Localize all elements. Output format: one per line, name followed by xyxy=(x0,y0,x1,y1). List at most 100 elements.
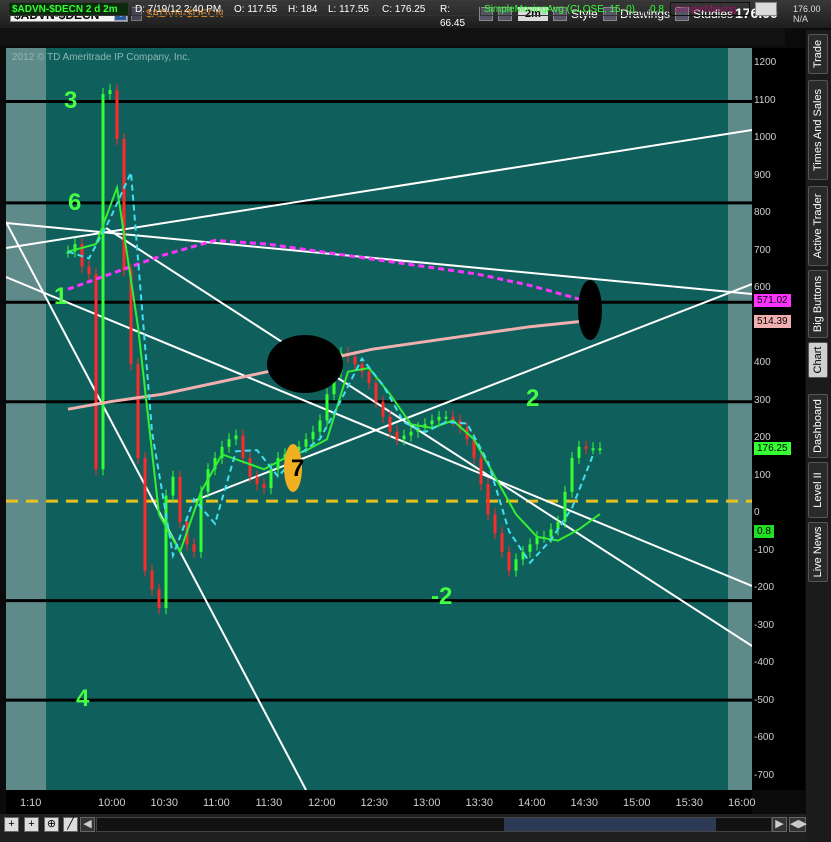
x-tick-label: 1:10 xyxy=(20,797,42,809)
candle-bar xyxy=(577,446,581,459)
trendline-1 xyxy=(6,222,752,295)
candle-bar xyxy=(353,356,357,365)
y-tick-label: 700 xyxy=(754,244,771,256)
scroll-right-icon[interactable]: ▶ xyxy=(772,817,787,832)
candle-bar xyxy=(521,551,525,560)
candle-bar xyxy=(227,439,231,447)
draw-line-icon[interactable]: ╱ xyxy=(63,817,78,832)
candle-bar xyxy=(255,476,259,485)
x-tick-label: 13:00 xyxy=(413,797,441,809)
candle-bar xyxy=(101,94,105,470)
candle-bar xyxy=(500,533,504,552)
quote-top: 176.00 xyxy=(793,4,821,14)
side-tab-active-trader[interactable]: Active Trader xyxy=(808,186,828,266)
quote-mini: 176.00 N/A xyxy=(793,4,821,24)
candle-bar xyxy=(409,431,413,436)
study-bar xyxy=(0,28,785,46)
y-tick-label: 1200 xyxy=(754,57,777,68)
candle-bar xyxy=(444,416,448,419)
price-label: 176.25 xyxy=(754,442,791,456)
side-tab-trade[interactable]: Trade xyxy=(808,34,828,74)
side-tab-times-and-sales[interactable]: Times And Sales xyxy=(808,80,828,180)
candle-bar xyxy=(136,364,140,459)
candle-bar xyxy=(164,495,168,609)
x-tick-label: 13:30 xyxy=(465,797,494,809)
y-tick-label: 600 xyxy=(754,282,771,294)
candle-bar xyxy=(374,382,378,402)
candle-bar xyxy=(493,514,497,534)
y-tick-label: -600 xyxy=(754,732,775,744)
candle-bar xyxy=(360,364,364,372)
candle-bar xyxy=(311,431,315,440)
study-sma-label[interactable]: SimpleMovingAvg (CLOSE, 15, 0) xyxy=(480,2,644,16)
candle-bar xyxy=(430,420,434,425)
candle-bar xyxy=(171,476,175,496)
x-tick-label: 15:30 xyxy=(675,797,704,809)
side-tab-live-news[interactable]: Live News xyxy=(808,522,828,582)
study-symbol-label[interactable]: $ADVN-$DECN 2 d 2m xyxy=(8,2,129,16)
study-open: O: 117.55 xyxy=(230,2,282,16)
candle-bar xyxy=(514,559,518,571)
y-tick-label: 1000 xyxy=(754,132,777,144)
zoom-in-icon[interactable]: + xyxy=(24,817,39,832)
x-tick-label: 11:00 xyxy=(203,797,230,809)
candle-bar xyxy=(276,458,280,470)
candle-bar xyxy=(87,266,91,275)
candle-bar xyxy=(262,484,266,489)
candle-bar xyxy=(122,139,126,271)
y-tick-label: -300 xyxy=(754,619,775,631)
x-tick-label: 12:30 xyxy=(360,797,389,809)
expand-icon[interactable] xyxy=(755,2,777,16)
magnify-icon[interactable]: ⊕ xyxy=(44,817,59,832)
x-tick-label: 14:30 xyxy=(570,797,599,809)
side-tab-level-ii[interactable]: Level II xyxy=(808,462,828,518)
scroll-left-icon[interactable]: ◀ xyxy=(80,817,95,832)
y-tick-label: 0 xyxy=(754,507,760,519)
side-tab-dashboard[interactable]: Dashboard xyxy=(808,394,828,458)
quote-bottom: N/A xyxy=(793,14,809,24)
side-tab-label: Times And Sales xyxy=(812,88,824,172)
side-tab-label: Live News xyxy=(812,526,824,578)
chart-svg[interactable]: 3 6 1 7 2 -2 4 xyxy=(6,48,752,790)
scrollbar-thumb[interactable] xyxy=(504,818,716,831)
candle-bar xyxy=(304,439,308,447)
candle-bar xyxy=(528,544,532,552)
highlight-ellipse xyxy=(267,335,343,393)
trendline-4 xyxy=(105,227,752,647)
annotation-label: 1 xyxy=(54,283,67,310)
candle-bar xyxy=(199,491,203,552)
study-sma-value: 0.8 xyxy=(646,2,668,16)
annotation-label: 7 xyxy=(291,455,304,482)
candle-bar xyxy=(563,491,567,522)
candle-bar xyxy=(143,458,147,571)
candle-bar xyxy=(367,371,371,383)
x-tick-label: 10:30 xyxy=(150,797,179,809)
study-sma2-label[interactable]: SimpleMoving xyxy=(670,2,750,16)
y-tick-label: 300 xyxy=(754,394,771,406)
side-tab-label: Chart xyxy=(812,346,824,374)
price-axis xyxy=(752,48,805,790)
side-tab-big-buttons[interactable]: Big Buttons xyxy=(808,270,828,338)
candle-bar xyxy=(115,90,119,140)
candle-bar xyxy=(570,458,574,492)
trendline-3 xyxy=(6,221,307,790)
expand-range-icon[interactable]: ◀▶ xyxy=(789,817,807,832)
study-high: H: 184 xyxy=(284,2,322,16)
candle-bar xyxy=(178,476,182,522)
y-tick-label: -400 xyxy=(754,657,775,669)
candle-bar xyxy=(437,416,441,421)
side-tab-chart[interactable]: Chart xyxy=(808,342,828,378)
candle-bar xyxy=(234,435,238,440)
side-tab-label: Active Trader xyxy=(812,193,824,259)
candle-bar xyxy=(192,544,196,552)
y-tick-label: 100 xyxy=(754,469,771,481)
candle-bar xyxy=(108,90,112,95)
x-tick-label: 11:30 xyxy=(255,797,283,809)
candle-bar xyxy=(248,458,252,477)
candle-bar xyxy=(549,529,553,537)
annotation-label: 4 xyxy=(76,685,90,712)
side-tab-label: Level II xyxy=(812,472,824,508)
zoom-out-icon[interactable]: + xyxy=(4,817,19,832)
candle-bar xyxy=(157,589,161,609)
candle-bar xyxy=(486,484,490,515)
